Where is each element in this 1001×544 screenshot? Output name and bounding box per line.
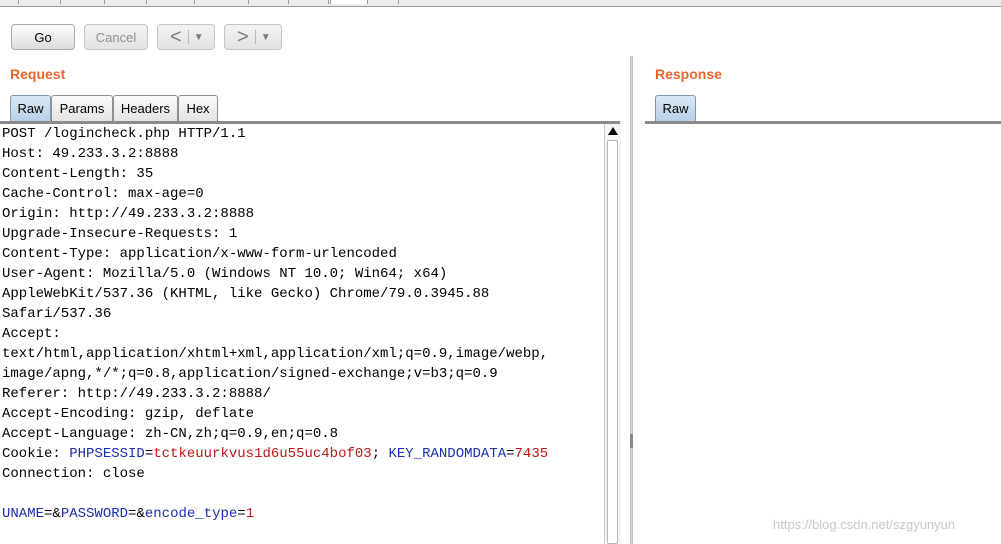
- toolbar: Go Cancel < ▼ > ▼: [0, 6, 1001, 56]
- chevron-left-icon: <: [170, 26, 182, 48]
- pane-splitter[interactable]: [630, 56, 633, 544]
- request-line: Cache-Control: max-age=0: [2, 186, 204, 202]
- request-line: User-Agent: Mozilla/5.0 (Windows NT 10.0…: [2, 266, 448, 282]
- top-tab[interactable]: [288, 0, 329, 4]
- top-tab[interactable]: [104, 0, 147, 4]
- back-button[interactable]: < ▼: [157, 24, 215, 50]
- body-param-name: UNAME: [2, 506, 45, 522]
- chevron-right-icon: >: [237, 26, 249, 48]
- request-line: Accept-Encoding: gzip, deflate: [2, 406, 255, 422]
- request-line: POST /logincheck.php HTTP/1.1: [2, 126, 246, 142]
- top-tab[interactable]: [0, 0, 19, 4]
- cookie-name: KEY_RANDOMDATA: [388, 446, 507, 462]
- request-editor[interactable]: POST /logincheck.php HTTP/1.1 Host: 49.2…: [0, 124, 604, 544]
- request-line: Content-Length: 35: [2, 166, 154, 182]
- cookie-name: PHPSESSID: [69, 446, 145, 462]
- body-text: =&: [128, 506, 145, 522]
- forward-button[interactable]: > ▼: [224, 24, 282, 50]
- request-line: image/apng,*/*;q=0.8,application/signed-…: [2, 366, 498, 382]
- request-line: Content-Type: application/x-www-form-url…: [2, 246, 397, 262]
- scroll-up-icon[interactable]: [608, 127, 618, 135]
- top-tab-active[interactable]: [330, 0, 368, 4]
- request-line: Safari/537.36: [2, 306, 112, 322]
- cookie-value: 7435: [514, 446, 549, 462]
- cookie-prefix: Cookie:: [2, 446, 70, 462]
- tab-params[interactable]: Params: [51, 95, 113, 121]
- cancel-button[interactable]: Cancel: [84, 24, 148, 50]
- cookie-line: Cookie: PHPSESSID=tctkeuurkvus1d6u55uc4b…: [0, 444, 604, 464]
- body-text: =&: [44, 506, 61, 522]
- scroll-thumb[interactable]: [607, 140, 618, 544]
- top-tab[interactable]: [194, 0, 249, 4]
- request-line: Accept:: [2, 326, 61, 342]
- body-line: UNAME=&PASSWORD=&encode_type=1: [0, 504, 604, 524]
- request-line: AppleWebKit/537.36 (KHTML, like Gecko) C…: [2, 286, 490, 302]
- request-line: Connection: close: [2, 466, 145, 482]
- body-text: =: [237, 506, 246, 522]
- response-pane-title: Response: [655, 66, 722, 82]
- splitter-grip[interactable]: [630, 434, 633, 448]
- watermark: https://blog.csdn.net/szgyunyun: [773, 517, 956, 532]
- cookie-eq: =: [506, 446, 515, 462]
- tab-raw[interactable]: Raw: [10, 95, 51, 121]
- button-separator: [254, 30, 256, 44]
- request-line: Accept-Language: zh-CN,zh;q=0.9,en;q=0.8: [2, 426, 339, 442]
- body-param-name: encode_type: [144, 506, 238, 522]
- top-tab[interactable]: [248, 0, 289, 4]
- top-tab[interactable]: [18, 0, 61, 4]
- cookie-value: tctkeuurkvus1d6u55uc4bof03: [153, 446, 372, 462]
- body-param-name: PASSWORD: [60, 506, 129, 522]
- tab-headers[interactable]: Headers: [113, 95, 178, 121]
- top-tab[interactable]: [368, 0, 399, 4]
- cookie-separator: ;: [371, 446, 389, 462]
- request-line: Origin: http://49.233.3.2:8888: [2, 206, 255, 222]
- request-line: Upgrade-Insecure-Requests: 1: [2, 226, 238, 242]
- dropdown-arrow-icon[interactable]: ▼: [261, 32, 271, 43]
- dropdown-arrow-icon[interactable]: ▼: [194, 32, 204, 43]
- body-param-value: 1: [245, 506, 255, 522]
- tab-raw[interactable]: Raw: [655, 95, 696, 121]
- request-line: text/html,application/xhtml+xml,applicat…: [2, 346, 549, 362]
- tab-hex[interactable]: Hex: [178, 95, 218, 121]
- request-pane-title: Request: [10, 66, 66, 82]
- go-button[interactable]: Go: [11, 24, 75, 50]
- tab-underline: [645, 121, 1001, 124]
- request-line: Referer: http://49.233.3.2:8888/: [2, 386, 271, 402]
- top-tab[interactable]: [60, 0, 105, 4]
- request-line: Host: 49.233.3.2:8888: [2, 146, 179, 162]
- cookie-eq: =: [144, 446, 154, 462]
- request-scrollbar[interactable]: [604, 124, 621, 544]
- top-tab[interactable]: [146, 0, 195, 4]
- button-separator: [187, 30, 189, 44]
